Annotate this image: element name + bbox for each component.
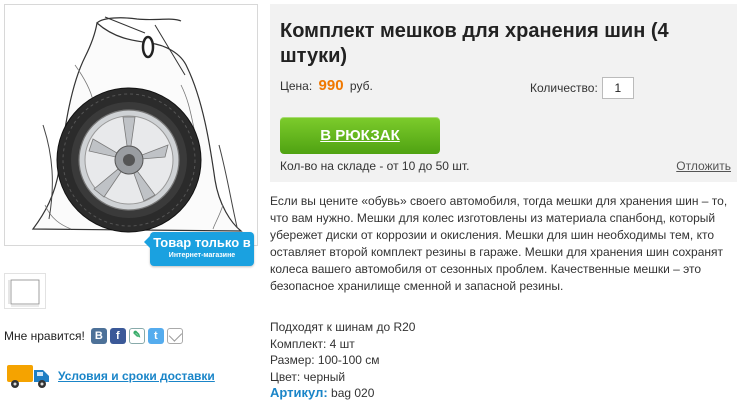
twitter-icon[interactable]: t [147, 328, 164, 344]
product-specs: Подходят к шинам до R20 Комплект: 4 шт Р… [270, 319, 415, 402]
price-label: Цена: [280, 79, 313, 93]
product-thumbnail[interactable] [4, 273, 46, 309]
spec-line: Цвет: черный [270, 369, 346, 384]
product-gallery: Товар только в Интернет-магазине Мне нра… [0, 0, 262, 415]
like-label: Мне нравится! [4, 329, 85, 343]
online-only-badge: Товар только в Интернет-магазине [144, 232, 254, 266]
stock-info: Кол-во на складе - от 10 до 50 шт. [280, 159, 470, 173]
tire-bag-illustration [31, 16, 243, 233]
facebook-icon[interactable]: f [109, 328, 126, 344]
product-title: Комплект мешков для хранения шин (4 штук… [280, 20, 669, 67]
livejournal-icon[interactable]: ✎ [128, 328, 145, 344]
sku-value: bag 020 [331, 386, 375, 400]
spec-line: Размер: 100-100 см [270, 353, 380, 367]
product-image[interactable] [4, 4, 258, 246]
truck-icon [7, 365, 49, 388]
product-details: Комплект мешков для хранения шин (4 штук… [270, 0, 740, 415]
social-share-row: Мне нравится! В f ✎ t [4, 326, 186, 346]
quantity-input[interactable] [601, 77, 634, 99]
sku-label: Артикул: [270, 385, 328, 400]
delivery-info: Условия и сроки доставки [6, 362, 215, 390]
delivery-terms-link[interactable]: Условия и сроки доставки [58, 369, 215, 383]
price-row: Цена: 990 руб. [280, 77, 373, 94]
price-value: 990 [318, 77, 344, 94]
add-to-cart-button[interactable]: В РЮКЗАК [280, 117, 440, 154]
quantity-label: Количество: [530, 81, 598, 95]
sku-row: Артикул: bag 020 [270, 385, 415, 402]
product-description: Если вы цените «обувь» своего автомобиля… [270, 194, 728, 293]
badge-line1: Товар только в [153, 235, 251, 250]
spec-line: Комплект: 4 шт [270, 336, 355, 351]
purchase-panel: Комплект мешков для хранения шин (4 штук… [270, 4, 737, 182]
badge-line2: Интернет-магазине [168, 252, 236, 259]
spec-line: Подходят к шинам до R20 [270, 320, 416, 334]
vk-icon[interactable]: В [90, 328, 107, 344]
mail-icon[interactable] [166, 328, 183, 344]
badge-tail [144, 236, 150, 248]
postpone-link[interactable]: Отложить [676, 159, 731, 173]
price-currency: руб. [349, 79, 373, 93]
quantity-row: Количество: [530, 77, 634, 99]
thumbnail-image [8, 279, 40, 307]
